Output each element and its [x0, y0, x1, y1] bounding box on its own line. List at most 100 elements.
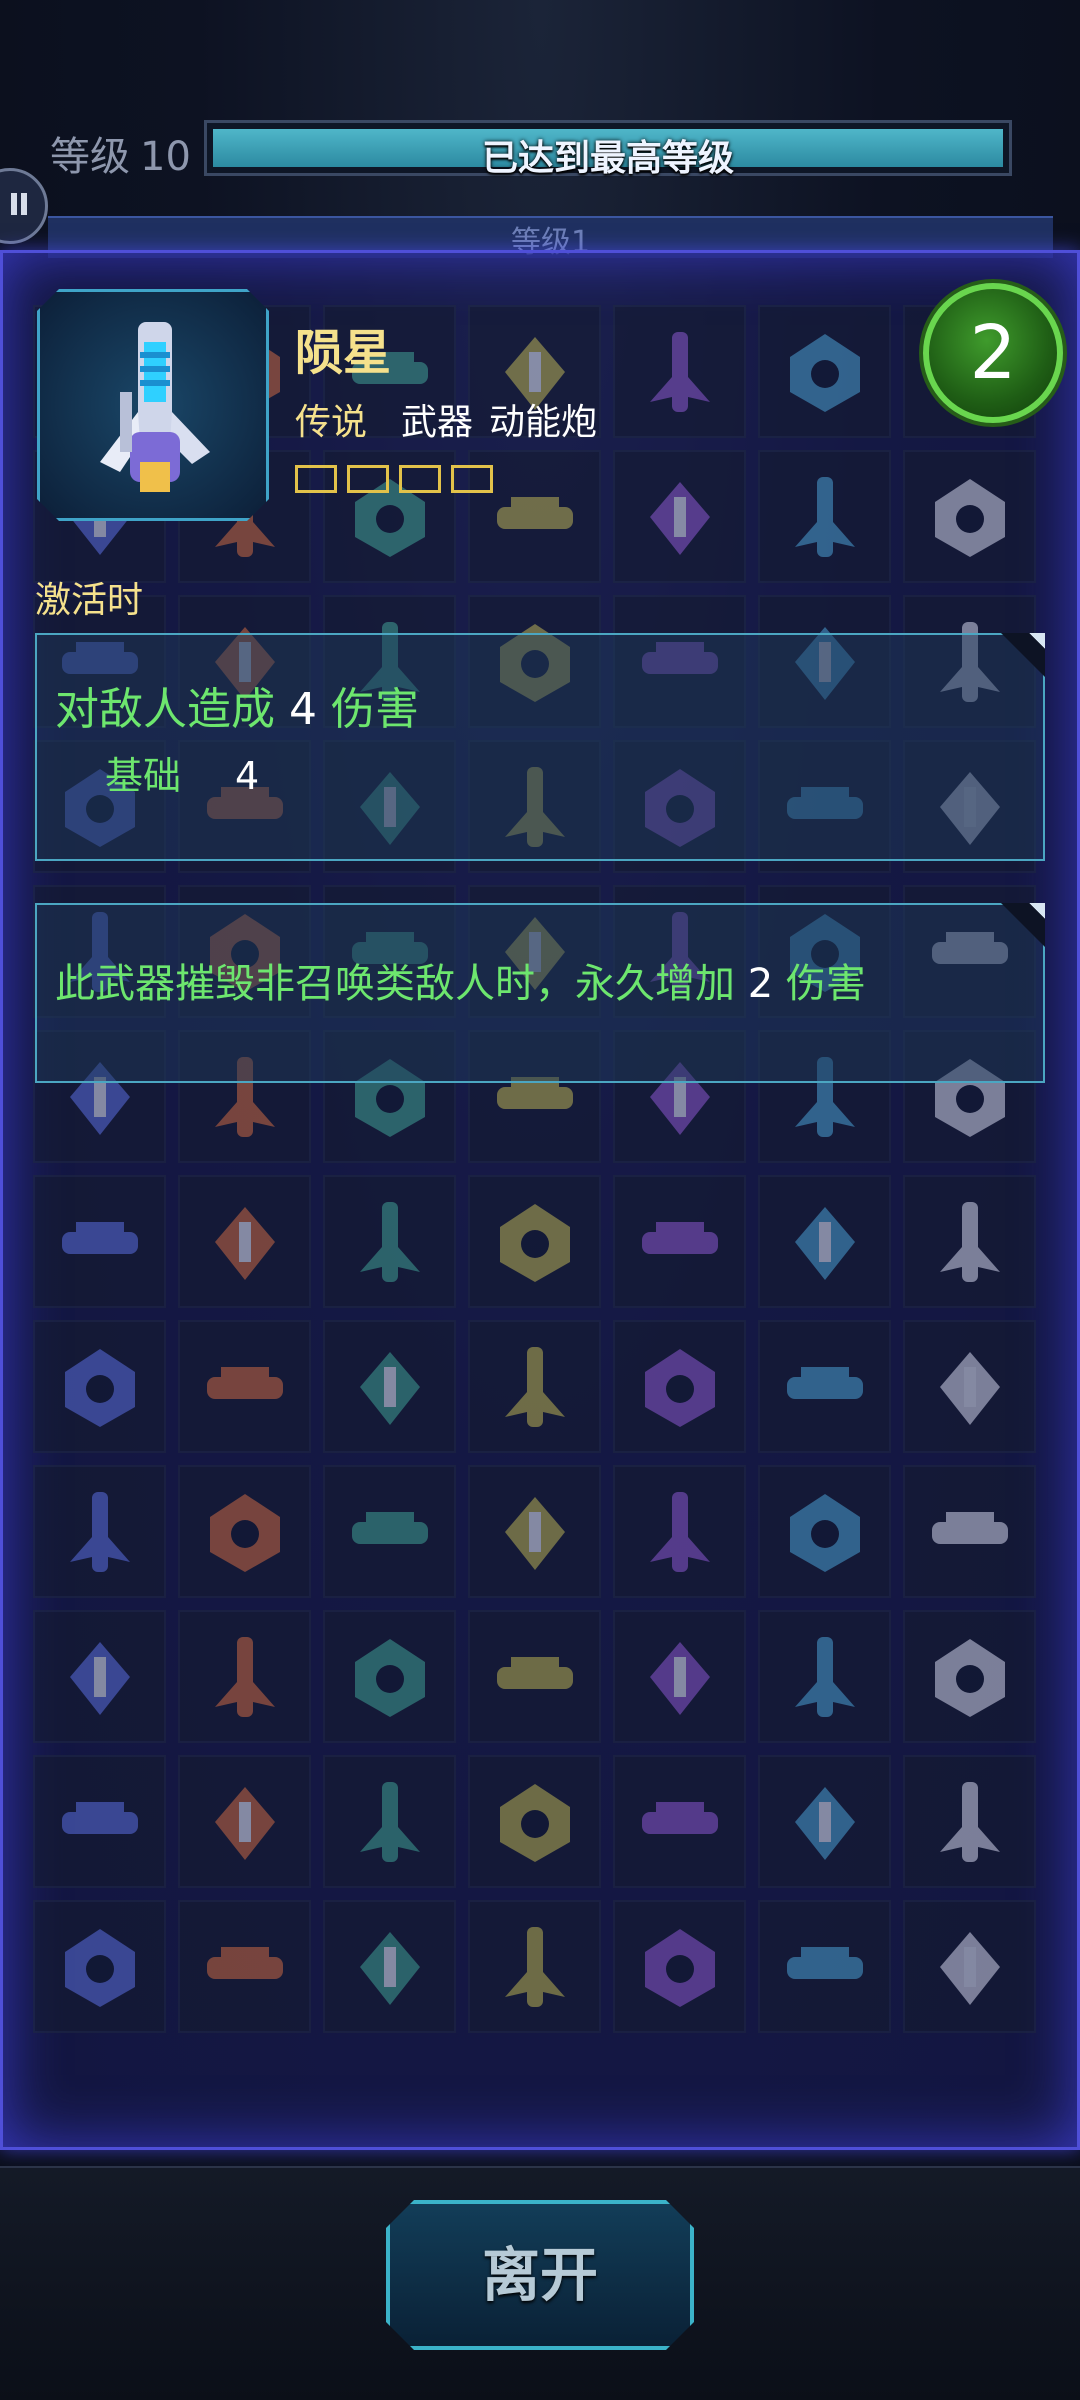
collection-item-slot[interactable] — [468, 1610, 601, 1743]
upgrade-slot — [347, 465, 389, 493]
collection-item-icon — [504, 1346, 565, 1427]
collection-item-slot[interactable] — [178, 1755, 311, 1888]
collection-item-icon — [359, 1351, 420, 1425]
collection-item-slot[interactable] — [613, 450, 746, 583]
collection-item-slot[interactable] — [468, 1175, 601, 1308]
collection-item-slot[interactable] — [468, 1320, 601, 1453]
collection-item-slot[interactable] — [178, 1465, 311, 1598]
collection-item-slot[interactable] — [323, 1900, 456, 2033]
collection-item-slot[interactable] — [323, 1175, 456, 1308]
collection-item-slot[interactable] — [758, 1610, 891, 1743]
collection-item-icon — [359, 1931, 420, 2005]
collection-item-icon — [934, 478, 1005, 557]
passive-amount: 2 — [747, 961, 774, 1007]
collection-item-icon — [214, 1636, 275, 1717]
collection-item-icon — [504, 1926, 565, 2007]
collection-item-slot[interactable] — [613, 1175, 746, 1308]
collection-item-slot[interactable] — [178, 1900, 311, 2033]
collection-item-icon — [214, 1786, 275, 1860]
collection-grid — [33, 305, 1043, 2033]
collection-item-slot[interactable] — [33, 1175, 166, 1308]
damage-amount: 4 — [289, 684, 317, 735]
collection-item-slot[interactable] — [903, 1175, 1036, 1308]
base-value: 4 — [235, 754, 260, 798]
collection-item-icon — [786, 1946, 863, 1979]
collection-item-icon — [69, 1491, 130, 1572]
collection-item-slot[interactable] — [323, 1755, 456, 1888]
collection-item-icon — [649, 1491, 710, 1572]
collection-item-slot[interactable] — [903, 1610, 1036, 1743]
collection-item-icon — [939, 1201, 1000, 1282]
collection-item-icon — [934, 1638, 1005, 1717]
item-rarity: 传说 — [295, 402, 368, 443]
collection-item-icon — [499, 1783, 570, 1862]
collection-item-slot[interactable] — [323, 1610, 456, 1743]
base-label: 基础 — [105, 754, 182, 798]
collection-item-slot[interactable] — [33, 1465, 166, 1598]
collection-item-slot[interactable] — [178, 1610, 311, 1743]
collection-item-icon — [504, 1496, 565, 1570]
collection-item-icon — [789, 333, 860, 412]
collection-item-slot[interactable] — [178, 1320, 311, 1453]
corner-accent — [1001, 633, 1045, 677]
upgrade-slot — [295, 465, 337, 493]
collection-item-slot[interactable] — [178, 1175, 311, 1308]
collection-item-icon — [496, 496, 573, 529]
collection-item-slot[interactable] — [613, 305, 746, 438]
collection-item-slot[interactable] — [903, 1900, 1036, 2033]
base-damage-line: 基础 4 — [105, 745, 259, 800]
collection-item-slot[interactable] — [758, 1320, 891, 1453]
collection-item-slot[interactable] — [758, 1175, 891, 1308]
collection-item-icon — [649, 481, 710, 555]
collection-item-slot[interactable] — [758, 450, 891, 583]
collection-item-slot[interactable] — [33, 1320, 166, 1453]
collection-item-slot[interactable] — [323, 1465, 456, 1598]
collection-item-slot[interactable] — [468, 1900, 601, 2033]
level-value: 10 — [140, 134, 191, 180]
collection-item-slot[interactable] — [903, 450, 1036, 583]
upgrade-slot — [399, 465, 441, 493]
collection-item-slot[interactable] — [468, 1465, 601, 1598]
damage-effect-line: 对敌人造成 4 伤害 — [55, 673, 419, 737]
collection-item-icon — [794, 1786, 855, 1860]
collection-item-icon — [206, 1946, 283, 1979]
game-screen: 等级 10 已达到最高等级 等级1 陨星 传说 武器 动能炮 2 激活时 对敌人… — [0, 0, 1080, 2400]
collection-item-slot[interactable] — [758, 1900, 891, 2033]
collection-item-slot[interactable] — [613, 1755, 746, 1888]
collection-item-icon — [931, 1511, 1008, 1544]
pause-icon — [11, 193, 17, 215]
collection-item-slot[interactable] — [903, 1465, 1036, 1598]
collection-item-slot[interactable] — [613, 1900, 746, 2033]
collection-item-slot[interactable] — [758, 1465, 891, 1598]
collection-item-slot[interactable] — [613, 1465, 746, 1598]
collection-item-icon — [939, 1931, 1000, 2005]
collection-item-icon — [789, 1493, 860, 1572]
collection-item-slot[interactable] — [903, 1320, 1036, 1453]
collection-item-slot[interactable] — [468, 1755, 601, 1888]
collection-item-slot[interactable] — [33, 1610, 166, 1743]
collection-item-icon — [649, 331, 710, 412]
collection-item-icon — [64, 1928, 135, 2007]
collection-item-icon — [649, 1641, 710, 1715]
collection-item-icon — [209, 1493, 280, 1572]
collection-item-icon — [64, 1348, 135, 1427]
collection-item-icon — [499, 1203, 570, 1282]
leave-button[interactable]: 离开 — [386, 2200, 694, 2350]
collection-item-slot[interactable] — [613, 1610, 746, 1743]
collection-item-slot[interactable] — [33, 1900, 166, 2033]
item-icon-frame — [37, 289, 269, 521]
passive-effect-line: 此武器摧毁非召唤类敌人时，永久增加 2 伤害 — [55, 951, 866, 1009]
level-label-text: 等级 — [50, 134, 130, 180]
level-row: 等级 10 已达到最高等级 — [0, 112, 1080, 192]
collection-item-slot[interactable] — [33, 1755, 166, 1888]
passive-prefix: 此武器摧毁非召唤类敌人时，永久增加 — [55, 961, 735, 1007]
collection-item-slot[interactable] — [613, 1320, 746, 1453]
collection-item-slot[interactable] — [903, 1755, 1036, 1888]
collection-item-slot[interactable] — [758, 305, 891, 438]
collection-item-icon — [939, 1351, 1000, 1425]
collection-item-icon — [939, 1781, 1000, 1862]
collection-item-slot[interactable] — [323, 1320, 456, 1453]
item-subtype: 动能炮 — [489, 402, 598, 443]
collection-item-slot[interactable] — [758, 1755, 891, 1888]
item-tags: 传说 武器 动能炮 — [295, 393, 597, 445]
